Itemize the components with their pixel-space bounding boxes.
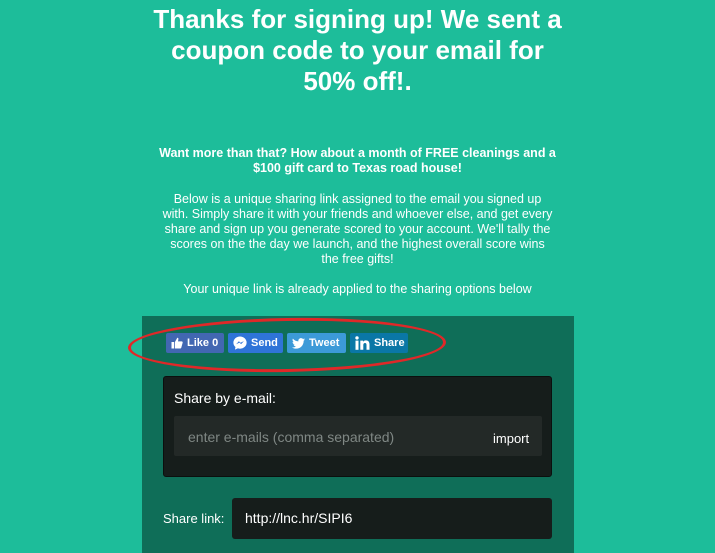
facebook-like-button[interactable]: Like 0 xyxy=(166,333,224,353)
description-line: share and sign up you generate scored to… xyxy=(164,222,551,236)
lead-text: Want more than that? How about a month o… xyxy=(0,146,715,176)
thumbs-up-icon xyxy=(171,337,183,349)
headline-line: Thanks for signing up! We sent a xyxy=(153,4,562,34)
description-line: the free gifts! xyxy=(321,252,394,266)
import-contacts-button[interactable]: import xyxy=(493,431,529,446)
social-share-buttons: Like 0 Send Tweet Share xyxy=(166,333,408,353)
email-input-placeholder: enter e-mails (comma separated) xyxy=(188,429,395,445)
lead-line: Want more than that? How about a month o… xyxy=(159,146,556,160)
messenger-send-button[interactable]: Send xyxy=(228,333,283,353)
share-link-label: Share link: xyxy=(163,511,225,526)
twitter-bird-icon xyxy=(292,337,305,349)
linkedin-share-button[interactable]: Share xyxy=(350,333,408,353)
share-link-value: http://lnc.hr/SIPI6 xyxy=(245,510,353,526)
page-headline: Thanks for signing up! We sent a coupon … xyxy=(0,4,715,97)
twitter-tweet-label: Tweet xyxy=(309,337,340,349)
description-line: with. Simply share it with your friends … xyxy=(162,207,553,221)
description-line: scores on the the day we launch, and the… xyxy=(170,237,545,251)
twitter-tweet-button[interactable]: Tweet xyxy=(287,333,346,353)
linkedin-icon xyxy=(355,336,370,350)
linkedin-share-label: Share xyxy=(374,337,405,349)
messenger-icon xyxy=(233,336,247,350)
facebook-like-label: Like 0 xyxy=(187,337,219,349)
headline-line: coupon code to your email for xyxy=(171,35,544,65)
description-text: Below is a unique sharing link assigned … xyxy=(0,192,715,267)
headline-line: 50% off!. xyxy=(303,66,412,96)
lead-line: $100 gift card to Texas road house! xyxy=(253,161,462,175)
link-note: Your unique link is already applied to t… xyxy=(183,282,532,296)
email-share-label: Share by e-mail: xyxy=(174,390,276,406)
messenger-send-label: Send xyxy=(251,337,278,349)
description-line: Below is a unique sharing link assigned … xyxy=(173,192,542,206)
